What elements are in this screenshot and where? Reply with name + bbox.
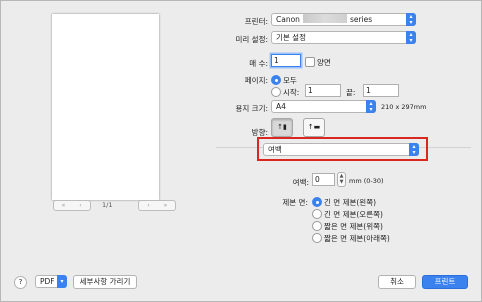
page-preview — [52, 14, 159, 200]
landscape-orientation-button[interactable]: ↑▬ — [303, 118, 325, 137]
binding-option-radio[interactable] — [312, 209, 322, 219]
landscape-orientation-icon: ↑▬ — [307, 123, 321, 131]
pages-all-radio[interactable] — [271, 75, 281, 85]
portrait-orientation-button[interactable]: ↑▮ — [271, 118, 293, 137]
copies-label: 매 수: — [249, 59, 268, 68]
paper-size-value: A4 — [276, 102, 286, 111]
next-page-button[interactable]: › — [140, 201, 157, 210]
binding-option-radio[interactable] — [312, 197, 322, 207]
printer-name-suffix: series — [349, 15, 373, 24]
portrait-orientation-icon: ↑▮ — [277, 123, 287, 131]
paper-size-popup[interactable]: A4 ▴ ▾ — [271, 100, 376, 113]
printer-label: 프린터: — [244, 17, 268, 26]
preview-nav-back-group: «‹ — [53, 200, 91, 211]
first-page-button[interactable]: « — [55, 201, 72, 210]
pages-all-label: 모두 — [283, 76, 297, 85]
pages-label: 페이지: — [244, 76, 268, 85]
cancel-button[interactable]: 취소 — [378, 275, 416, 289]
printer-popup[interactable]: Canon series ▴ ▾ — [271, 13, 416, 26]
hide-details-button[interactable]: 세부사항 가리기 — [73, 275, 137, 289]
stepper-down-icon[interactable]: ▼ — [338, 179, 345, 185]
presets-value: 기본 설정 — [276, 33, 306, 42]
updown-chevron-icon: ▴ ▾ — [406, 13, 416, 26]
margin-field[interactable]: 0 — [312, 173, 335, 186]
duplex-checkbox[interactable] — [305, 57, 315, 67]
margin-unit-range: mm (0-30) — [349, 177, 384, 185]
pages-from-field[interactable]: 1 — [305, 84, 341, 97]
paper-dimensions: 210 x 297mm — [381, 103, 427, 111]
redacted-model — [302, 14, 347, 23]
binding-option-label: 짧은 면 제본(아래쪽) — [324, 234, 390, 243]
pages-to-label: 끝: — [346, 88, 356, 97]
chevron-down-icon: ▾ — [57, 275, 67, 288]
duplex-label: 양면 — [317, 58, 331, 67]
pages-range-radio[interactable] — [271, 87, 281, 97]
printer-name-prefix: Canon — [276, 15, 300, 24]
pdf-label: PDF — [40, 277, 55, 286]
binding-option-label: 긴 면 제본(오른쪽) — [324, 210, 383, 219]
page-indicator: 1/1 — [102, 201, 113, 209]
presets-label: 미리 설정: — [235, 35, 268, 44]
help-button[interactable]: ? — [14, 276, 27, 289]
binding-option-radio[interactable] — [312, 221, 322, 231]
updown-chevron-icon: ▴ ▾ — [406, 31, 416, 44]
margin-label: 여백: — [292, 178, 309, 187]
presets-popup[interactable]: 기본 설정 ▴ ▾ — [271, 31, 416, 44]
pages-from-label: 시작: — [283, 88, 300, 97]
print-dialog: «‹ 1/1 ›» 프린터: Canon series ▴ ▾ 미리 설정: 기본 … — [0, 0, 482, 302]
binding-option-label: 긴 면 제본(왼쪽) — [324, 198, 377, 207]
copies-field[interactable]: 1 — [271, 54, 301, 67]
prev-page-button[interactable]: ‹ — [72, 201, 89, 210]
margin-stepper[interactable]: ▲ ▼ — [337, 172, 346, 187]
print-button[interactable]: 프린트 — [422, 275, 468, 289]
binding-option-label: 짧은 면 제본(위쪽) — [324, 222, 383, 231]
paper-size-label: 용지 크기: — [235, 104, 268, 113]
updown-chevron-icon: ▴ ▾ — [366, 100, 376, 113]
binding-option-radio[interactable] — [312, 233, 322, 243]
highlight-box — [257, 137, 428, 161]
pages-to-field[interactable]: 1 — [363, 84, 399, 97]
pdf-menu-button[interactable]: PDF ▾ — [35, 275, 67, 288]
preview-nav-forward-group: ›» — [138, 200, 176, 211]
binding-label: 제본 면: — [282, 198, 308, 207]
last-page-button[interactable]: » — [157, 201, 174, 210]
